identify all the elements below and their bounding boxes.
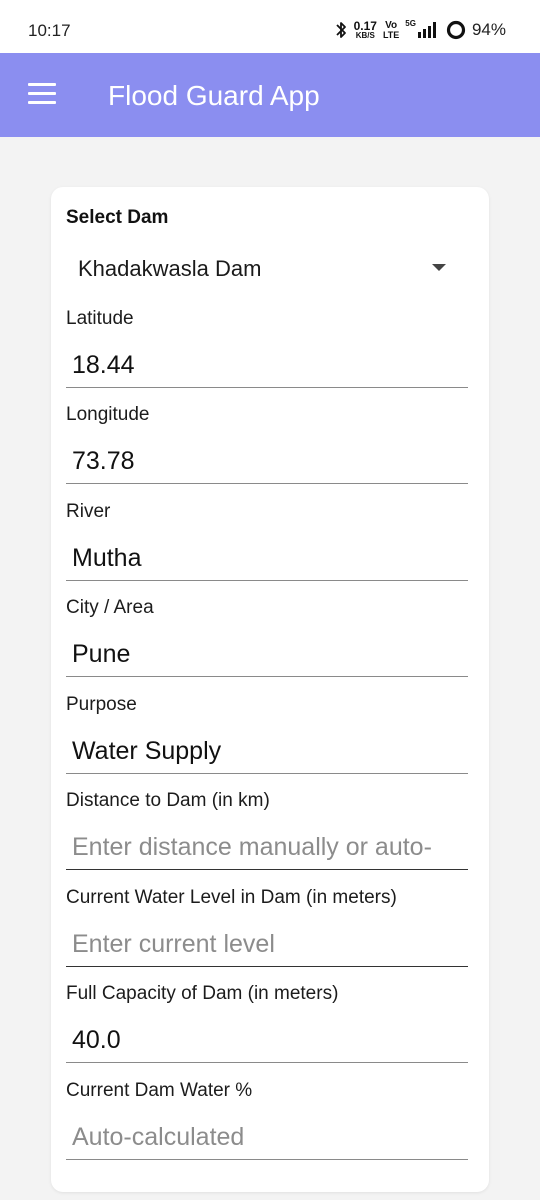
current-level-placeholder: Enter current level xyxy=(72,930,275,958)
bluetooth-icon xyxy=(335,22,346,38)
distance-placeholder: Enter distance manually or auto- xyxy=(72,833,432,861)
battery-icon xyxy=(446,20,466,40)
longitude-value: 73.78 xyxy=(72,447,135,475)
status-icons: 0.17 KB/S Vo LTE 5G 94% xyxy=(334,18,506,42)
city-value: Pune xyxy=(72,640,131,668)
latitude-label: Latitude xyxy=(66,308,134,329)
volte-indicator: Vo LTE xyxy=(382,19,400,40)
app-bar: Flood Guard App xyxy=(0,53,540,137)
purpose-field[interactable]: Water Supply xyxy=(66,730,468,774)
full-capacity-value: 40.0 xyxy=(72,1026,121,1054)
current-level-input[interactable]: Enter current level xyxy=(66,923,468,967)
select-dam-title: Select Dam xyxy=(66,207,169,228)
network-speed: 0.17 KB/S xyxy=(353,19,377,40)
dam-dropdown-value: Khadakwasla Dam xyxy=(78,256,262,281)
hamburger-menu-icon[interactable] xyxy=(28,83,56,105)
purpose-value: Water Supply xyxy=(72,737,222,765)
water-percent-placeholder: Auto-calculated xyxy=(72,1123,245,1151)
status-time: 10:17 xyxy=(28,21,71,40)
status-bar: 10:17 0.17 KB/S Vo LTE 5G 94% xyxy=(0,0,540,53)
signal-icon xyxy=(417,22,436,38)
water-percent-field[interactable]: Auto-calculated xyxy=(66,1116,468,1160)
latitude-field[interactable]: 18.44 xyxy=(66,344,468,388)
longitude-label: Longitude xyxy=(66,404,150,425)
dropdown-arrow-icon xyxy=(432,264,446,271)
full-capacity-field[interactable]: 40.0 xyxy=(66,1019,468,1063)
water-percent-label: Current Dam Water % xyxy=(66,1080,253,1101)
purpose-label: Purpose xyxy=(66,694,137,715)
city-field[interactable]: Pune xyxy=(66,633,468,677)
city-label: City / Area xyxy=(66,597,154,618)
current-level-label: Current Water Level in Dam (in meters) xyxy=(66,887,397,908)
network-type: 5G xyxy=(405,19,416,28)
full-capacity-label: Full Capacity of Dam (in meters) xyxy=(66,983,339,1004)
dam-dropdown[interactable]: Khadakwasla Dam xyxy=(66,248,456,288)
distance-input[interactable]: Enter distance manually or auto- xyxy=(66,826,468,870)
river-value: Mutha xyxy=(72,544,142,572)
battery-percent: 94% xyxy=(471,20,506,39)
app-title: Flood Guard App xyxy=(108,80,320,111)
longitude-field[interactable]: 73.78 xyxy=(66,440,468,484)
river-label: River xyxy=(66,501,111,522)
distance-label: Distance to Dam (in km) xyxy=(66,790,270,811)
latitude-value: 18.44 xyxy=(72,351,135,379)
river-field[interactable]: Mutha xyxy=(66,537,468,581)
